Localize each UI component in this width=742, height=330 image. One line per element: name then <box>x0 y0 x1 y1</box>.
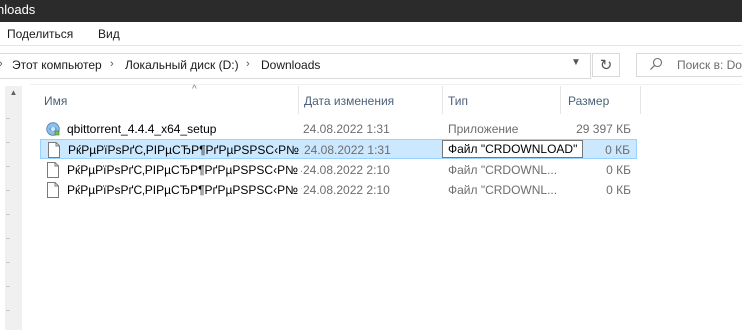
file-icon <box>47 182 59 198</box>
address-row: › Этот компьютер › Локальный диск (D:) ›… <box>0 46 742 85</box>
scroll-tick <box>6 118 10 119</box>
column-header-size[interactable]: Размер <box>568 94 609 108</box>
file-date: 24.08.2022 2:10 <box>303 183 390 197</box>
file-icon <box>48 142 60 158</box>
window-titlebar: nloads <box>0 0 742 22</box>
file-type: Файл "CRDOWNL... <box>448 163 558 177</box>
file-icon <box>47 162 59 178</box>
chevron-down-icon[interactable]: ▼ <box>566 57 586 75</box>
file-size: 0 КБ <box>606 163 631 177</box>
file-name: РќРµРїРѕРґС‚РІРµСЂР¶РґРµРЅРЅС‹Р№ 918101.… <box>67 183 302 197</box>
search-icon <box>650 57 663 70</box>
scroll-tick <box>6 286 10 287</box>
file-date: 24.08.2022 1:31 <box>303 122 390 136</box>
navigation-scrollbar[interactable]: ▲ <box>5 86 22 330</box>
file-size: 0 КБ <box>606 183 631 197</box>
column-divider[interactable] <box>298 86 299 114</box>
column-divider[interactable] <box>560 86 561 114</box>
file-type: Приложение <box>448 122 519 136</box>
scroll-tick <box>6 214 10 215</box>
chevron-right-icon[interactable]: › <box>246 58 250 70</box>
tab-share[interactable]: Поделиться <box>7 27 73 41</box>
scroll-tick <box>6 190 10 191</box>
installer-icon <box>46 122 60 136</box>
chevron-right-icon[interactable]: › <box>110 58 114 70</box>
scroll-up-arrow-icon[interactable]: ▲ <box>5 86 22 100</box>
window-title: nloads <box>0 2 36 17</box>
address-bar[interactable]: › Этот компьютер › Локальный диск (D:) ›… <box>0 53 591 79</box>
file-name: РќРµРїРѕРґС‚РІРµСЂР¶РґРµРЅРЅС‹Р№ 21541..… <box>68 143 303 157</box>
file-name: qbittorrent_4.4.4_x64_setup <box>67 122 217 136</box>
scroll-tick <box>6 166 10 167</box>
column-header-date[interactable]: Дата изменения <box>304 94 394 108</box>
breadcrumb-this-pc[interactable]: Этот компьютер <box>12 58 102 72</box>
breadcrumb-local-disk[interactable]: Локальный диск (D:) <box>125 58 239 72</box>
column-divider[interactable] <box>640 86 641 114</box>
file-type: Файл "CRDOWNL... <box>448 183 558 197</box>
file-date: 24.08.2022 1:31 <box>304 143 391 157</box>
file-row[interactable]: РќРµРїРѕРґС‚РІРµСЂР¶РґРµРЅРЅС‹Р№ 918101.… <box>40 180 637 200</box>
search-placeholder: Поиск в: Dow <box>677 58 742 72</box>
breadcrumb-downloads[interactable]: Downloads <box>261 58 320 72</box>
scroll-tick <box>6 142 10 143</box>
search-input[interactable]: Поиск в: Dow <box>636 53 742 77</box>
file-date: 24.08.2022 2:10 <box>303 163 390 177</box>
file-name: РќРµРїРѕРґС‚РІРµСЂР¶РґРµРЅРЅС‹Р№ 400212.… <box>67 163 302 177</box>
scroll-tick <box>6 262 10 263</box>
file-row[interactable]: РќРµРїРѕРґС‚РІРµСЂР¶РґРµРЅРЅС‹Р№ 400212.… <box>40 160 637 180</box>
column-header-name[interactable]: Имя <box>44 94 67 108</box>
file-row[interactable]: qbittorrent_4.4.4_x64_setup 24.08.2022 1… <box>40 119 637 139</box>
column-divider[interactable] <box>442 86 443 114</box>
ribbon-tabs: Поделиться Вид <box>0 22 742 46</box>
refresh-button[interactable]: ↻ <box>592 53 620 77</box>
scroll-tick <box>6 238 10 239</box>
type-tooltip: Файл "CRDOWNLOAD" <box>442 140 584 158</box>
chevron-right-icon[interactable]: › <box>0 58 3 70</box>
tab-view[interactable]: Вид <box>98 27 120 41</box>
file-size: 0 КБ <box>605 143 630 157</box>
sort-ascending-icon: ^ <box>192 84 197 95</box>
file-size: 29 397 КБ <box>576 122 631 136</box>
column-header-row: ^ Имя Дата изменения Тип Размер <box>32 84 742 114</box>
refresh-icon: ↻ <box>599 57 613 74</box>
scroll-tick <box>6 310 10 311</box>
column-header-type[interactable]: Тип <box>448 94 468 108</box>
